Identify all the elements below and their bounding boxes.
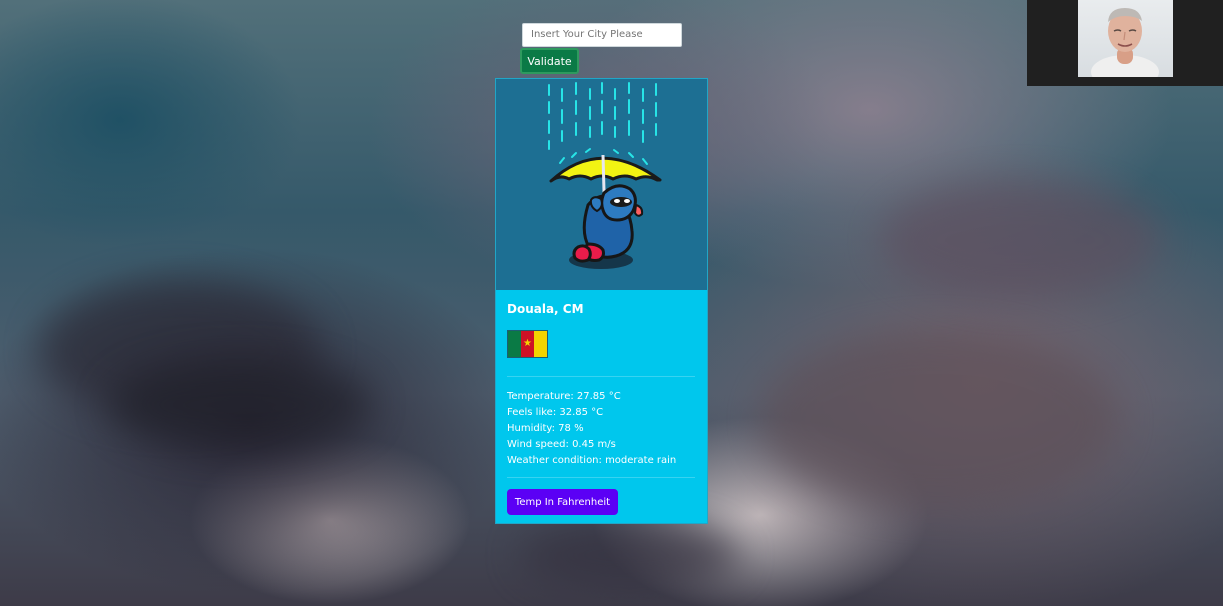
city-search: Validate xyxy=(520,22,682,74)
flag-star-icon: ★ xyxy=(523,338,532,349)
city-name: Douala, CM xyxy=(507,302,584,316)
cloud-shape xyxy=(880,180,1160,300)
temp-fahrenheit-button[interactable]: Temp In Fahrenheit xyxy=(507,489,618,515)
weather-card: Douala, CM ★ Temperature: 27.85 °C Feels… xyxy=(495,78,708,524)
weather-condition-text: Weather condition: moderate rain xyxy=(507,455,677,466)
rain-umbrella-illustration xyxy=(496,79,707,290)
weather-info-list: Temperature: 27.85 °C Feels like: 32.85 … xyxy=(507,389,695,469)
validate-button[interactable]: Validate xyxy=(520,48,579,74)
person-avatar-icon xyxy=(1091,8,1159,77)
cloud-shape xyxy=(760,330,1120,510)
city-input[interactable] xyxy=(522,22,682,47)
card-divider xyxy=(507,376,695,377)
cameroon-flag-icon: ★ xyxy=(507,330,548,358)
wind-speed-text: Wind speed: 0.45 m/s xyxy=(507,439,616,450)
cloud-shape xyxy=(110,360,370,450)
temperature-text: Temperature: 27.85 °C xyxy=(507,391,621,402)
card-divider xyxy=(507,477,695,478)
webcam-feed xyxy=(1078,0,1173,77)
webcam-panel xyxy=(1027,0,1223,86)
humidity-text: Humidity: 78 % xyxy=(507,423,584,434)
feels-like-text: Feels like: 32.85 °C xyxy=(507,407,604,418)
weather-details-section: Douala, CM ★ Temperature: 27.85 °C Feels… xyxy=(507,301,695,515)
rain-umbrella-icon xyxy=(548,82,662,269)
cloud-shape xyxy=(520,520,740,590)
